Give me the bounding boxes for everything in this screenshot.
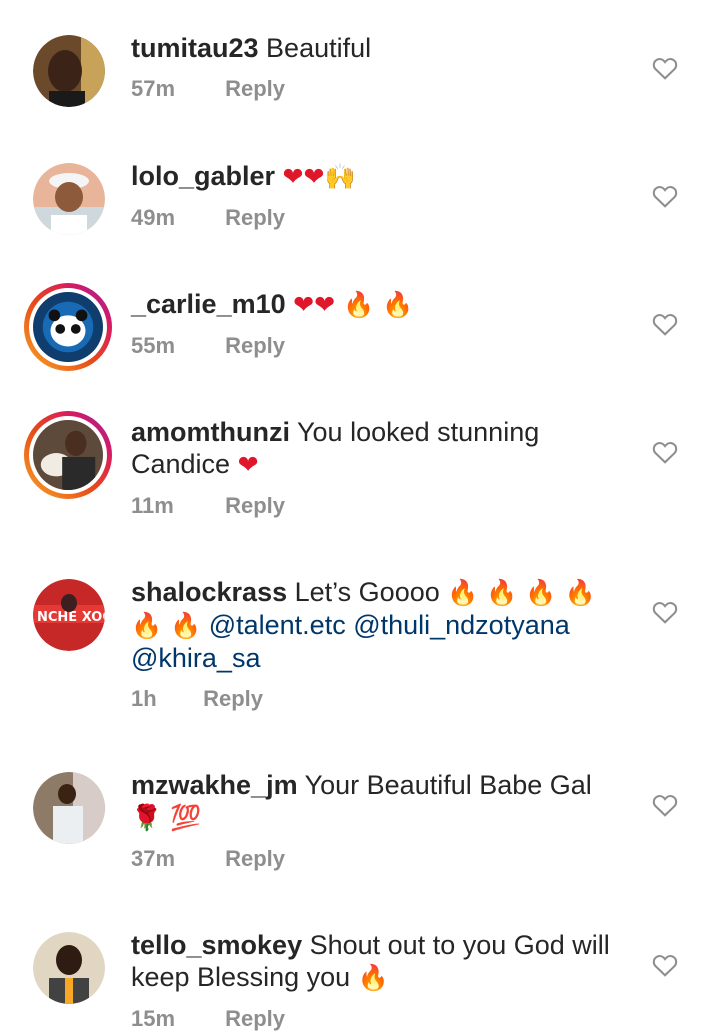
reply-button[interactable]: Reply	[225, 846, 285, 871]
avatar-story-ring[interactable]	[24, 411, 112, 499]
like-heart-icon[interactable]	[652, 56, 678, 80]
avatar-story-ring[interactable]	[24, 283, 112, 371]
like-heart-icon[interactable]	[652, 184, 678, 208]
comment-text: Beautiful	[266, 33, 372, 63]
avatar[interactable]	[33, 772, 105, 844]
comment-username[interactable]: mzwakhe_jm	[131, 770, 298, 800]
reply-button[interactable]: Reply	[225, 1006, 285, 1031]
comment-time: 11m	[131, 493, 174, 518]
reply-button[interactable]: Reply	[203, 686, 263, 711]
like-heart-icon[interactable]	[652, 312, 678, 336]
comment-time: 1h	[131, 686, 157, 711]
comment-emoji: ❤❤🙌	[282, 162, 356, 191]
comment-emoji: ❤❤ 🔥 🔥	[293, 290, 414, 319]
comment-emoji: ❤	[237, 450, 259, 479]
comment-username[interactable]: tello_smokey	[131, 930, 302, 960]
reply-button[interactable]: Reply	[225, 205, 285, 230]
reply-button[interactable]: Reply	[225, 333, 285, 358]
avatar[interactable]	[33, 163, 105, 235]
comment-time: 37m	[131, 846, 176, 871]
comment-time: 57m	[131, 76, 176, 101]
avatar[interactable]	[33, 932, 105, 1004]
reply-button[interactable]: Reply	[225, 76, 285, 101]
comment-emoji: 🌹 💯	[131, 803, 202, 832]
comment-time: 55m	[131, 333, 176, 358]
like-heart-icon[interactable]	[652, 600, 678, 624]
comment-time: 15m	[131, 1006, 176, 1031]
comment-emoji: 🔥	[357, 963, 389, 992]
comment-username[interactable]: _carlie_m10	[131, 289, 286, 319]
comment-username[interactable]: amomthunzi	[131, 417, 290, 447]
comment-username[interactable]: lolo_gabler	[131, 161, 275, 191]
comment-time: 49m	[131, 205, 176, 230]
like-heart-icon[interactable]	[652, 953, 678, 977]
comment-text: Your Beautiful Babe Gal	[304, 770, 592, 800]
avatar[interactable]: NCHE XOCI	[33, 579, 105, 651]
reply-button[interactable]: Reply	[225, 493, 285, 518]
avatar[interactable]	[33, 35, 105, 107]
like-heart-icon[interactable]	[652, 440, 678, 464]
comment-username[interactable]: shalockrass	[131, 577, 287, 607]
comment-username[interactable]: tumitau23	[131, 33, 259, 63]
like-heart-icon[interactable]	[652, 793, 678, 817]
svg-text:NCHE XOCI: NCHE XOCI	[37, 610, 105, 625]
comment-text: Let’s Goooo	[294, 577, 440, 607]
